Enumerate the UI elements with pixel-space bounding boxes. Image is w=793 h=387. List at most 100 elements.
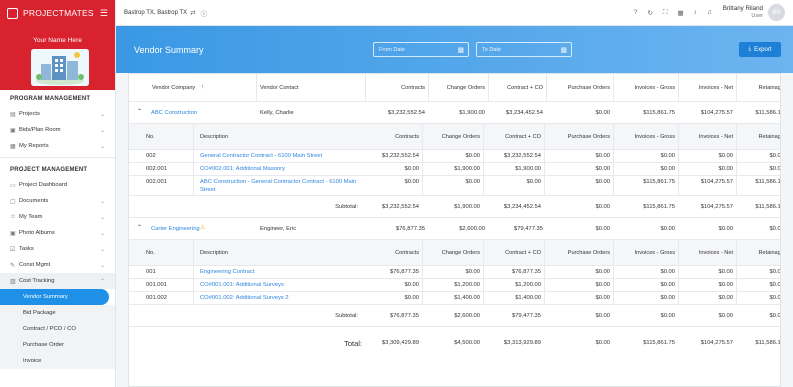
sidebar-item-dashboard[interactable]: ▭ Project Dashboard bbox=[0, 177, 115, 193]
column-divider bbox=[422, 176, 423, 195]
top-bar-actions: ? ↻ ⛶ ▦ ♪ ♫ Brittany Riland User BR bbox=[629, 4, 785, 21]
sidebar-subitem-contract[interactable]: Contract / PCO / CO bbox=[0, 321, 115, 337]
to-date-input[interactable]: To Date ▦ bbox=[476, 42, 572, 57]
line-description-link[interactable]: General Contractor Contract - 6100 Main … bbox=[200, 153, 322, 159]
column-divider bbox=[613, 163, 614, 175]
sidebar-subitem-purchase-order[interactable]: Purchase Order bbox=[0, 337, 115, 353]
grid-icon[interactable]: ▦ bbox=[677, 9, 683, 17]
detail-header: No. Description Contracts Change Orders Cont… bbox=[129, 240, 780, 266]
collapse-icon[interactable]: ⌃ bbox=[137, 109, 142, 115]
user-info[interactable]: Brittany Riland User bbox=[722, 5, 763, 19]
line-description-link[interactable]: ABC Construction - General Contractor Co… bbox=[200, 179, 356, 185]
chevron-down-icon: ⌄ bbox=[99, 127, 105, 134]
line-description-link[interactable]: Engineering Contract bbox=[200, 269, 254, 275]
sidebar-subitem-vendor-summary[interactable]: Vendor Summary bbox=[0, 289, 109, 305]
vendor-contact: Engineer, Eric bbox=[260, 226, 297, 232]
brand-name: PROJECTMATES bbox=[23, 8, 94, 18]
line-description-link[interactable]: Street bbox=[200, 187, 215, 193]
column-divider bbox=[422, 163, 423, 175]
calendar-icon[interactable]: ▦ bbox=[560, 46, 567, 54]
total-row: Total: $3,309,429.89 $4,500.00 $3,313,929.8… bbox=[129, 331, 781, 355]
menu-icon[interactable]: ☰ bbox=[100, 8, 108, 19]
collapse-icon[interactable]: ⌃ bbox=[137, 225, 142, 231]
total-value: $11,586.18 bbox=[755, 340, 781, 346]
line-value: $0.00 bbox=[769, 295, 781, 301]
detail-row: 002.001 ABC Construction - General Contra… bbox=[129, 176, 781, 196]
line-number: 002.001 bbox=[146, 166, 167, 172]
line-description-link[interactable]: CO#002.001: Additional Masonry bbox=[200, 166, 285, 172]
line-value: $11,586.18 bbox=[755, 179, 781, 185]
column-header-vendor-contact[interactable]: Vendor Contact bbox=[260, 85, 299, 91]
user-panel-name: Your Name Here bbox=[33, 37, 82, 44]
column-divider bbox=[422, 279, 423, 291]
vendor-value: $11,586.18 bbox=[755, 110, 781, 116]
column-divider bbox=[483, 176, 484, 195]
column-divider bbox=[736, 176, 737, 195]
vendor-value: $0.00 bbox=[769, 226, 781, 232]
detail-column-header: No. bbox=[146, 250, 155, 256]
column-divider bbox=[678, 74, 679, 101]
sort-ascending-icon[interactable]: ↑ bbox=[201, 84, 204, 90]
line-description-link[interactable]: CO#001.002: Additional Surveys 2 bbox=[200, 295, 289, 301]
detail-header: No. Description Contracts Change Orders Cont… bbox=[129, 124, 781, 150]
refresh-icon[interactable]: ↻ bbox=[647, 9, 652, 17]
detail-column-header: Contract + CO bbox=[505, 250, 541, 256]
chevron-down-icon: ⌄ bbox=[99, 198, 105, 205]
team-icon: ☺ bbox=[10, 214, 17, 220]
info-icon[interactable]: ⓘ bbox=[201, 8, 208, 18]
project-location[interactable]: Bastrop TX, Bastrop TX bbox=[124, 10, 187, 16]
sidebar-subitem-bid-package[interactable]: Bid Package bbox=[0, 305, 115, 321]
from-date-input[interactable]: From Date ▦ bbox=[373, 42, 469, 57]
detail-column-header: Retainage bbox=[758, 134, 781, 140]
column-header-vendor-company[interactable]: Vendor Company bbox=[152, 85, 195, 91]
export-label: Export bbox=[754, 46, 772, 53]
sidebar-item-reports[interactable]: ▦ My Reports ⌄ bbox=[0, 138, 115, 154]
column-divider bbox=[193, 150, 194, 162]
column-divider bbox=[422, 266, 423, 278]
sidebar-item-label: Invoice bbox=[23, 358, 42, 364]
detail-row: 002 General Contractor Contract - 6100 Ma… bbox=[129, 150, 780, 163]
column-divider bbox=[544, 176, 545, 195]
sidebar-item-label: Purchase Order bbox=[23, 342, 64, 348]
vendor-row: ⌃ ABC Construction Kelly, Charlie $3,232,55… bbox=[129, 102, 781, 124]
notification-icon[interactable]: ♫ bbox=[707, 9, 712, 16]
sidebar-item-team[interactable]: ☺ My Team ⌄ bbox=[0, 209, 115, 225]
user-role: User bbox=[751, 12, 763, 19]
line-number: 002 bbox=[146, 153, 156, 159]
user-name: Brittany Riland bbox=[722, 5, 763, 13]
sidebar-item-projects[interactable]: ▤ Projects ⌄ bbox=[0, 106, 115, 122]
sidebar-item-const-mgmt[interactable]: ✎ Const Mgmt ⌄ bbox=[0, 257, 115, 273]
vendor-company-link[interactable]: Carter Engineering bbox=[151, 226, 200, 232]
wrench-icon: ✎ bbox=[10, 262, 16, 269]
chevron-down-icon: ⌄ bbox=[99, 214, 105, 221]
sidebar-item-bids[interactable]: ▣ Bids/Plan Room ⌄ bbox=[0, 122, 115, 138]
export-button[interactable]: ⤓ Export bbox=[739, 42, 781, 57]
column-divider bbox=[613, 176, 614, 195]
column-divider bbox=[613, 279, 614, 291]
sidebar-item-tasks[interactable]: ☑ Tasks ⌄ bbox=[0, 241, 115, 257]
column-divider bbox=[544, 240, 545, 265]
calendar-icon[interactable]: ▦ bbox=[457, 46, 464, 54]
column-divider bbox=[736, 279, 737, 291]
column-divider bbox=[678, 279, 679, 291]
mic-icon[interactable]: ♪ bbox=[694, 9, 697, 16]
line-description-link[interactable]: CO#001.001: Additional Surveys bbox=[200, 282, 284, 288]
swap-icon[interactable]: ⇄ bbox=[190, 9, 195, 17]
column-divider bbox=[488, 74, 489, 101]
column-divider bbox=[613, 124, 614, 149]
sidebar-subitem-invoice[interactable]: Invoice bbox=[0, 353, 115, 369]
sidebar-item-documents[interactable]: ▢ Documents ⌄ bbox=[0, 193, 115, 209]
avatar[interactable]: BR bbox=[768, 4, 785, 21]
column-divider bbox=[365, 74, 366, 101]
sidebar-item-photos[interactable]: ▣ Photo Albums ⌄ bbox=[0, 225, 115, 241]
line-value: $1,900.00 bbox=[515, 166, 541, 172]
column-divider bbox=[736, 124, 737, 149]
detail-column-header: No. bbox=[146, 134, 155, 140]
column-divider bbox=[428, 74, 429, 101]
vendor-company-link[interactable]: ABC Construction bbox=[151, 110, 197, 116]
column-divider bbox=[193, 240, 194, 265]
help-icon[interactable]: ? bbox=[634, 9, 638, 16]
line-value: $1,200.00 bbox=[515, 282, 541, 288]
fullscreen-icon[interactable]: ⛶ bbox=[663, 9, 668, 17]
sidebar-item-cost-tracking[interactable]: ▥ Cost Tracking ⌃ bbox=[0, 273, 115, 289]
